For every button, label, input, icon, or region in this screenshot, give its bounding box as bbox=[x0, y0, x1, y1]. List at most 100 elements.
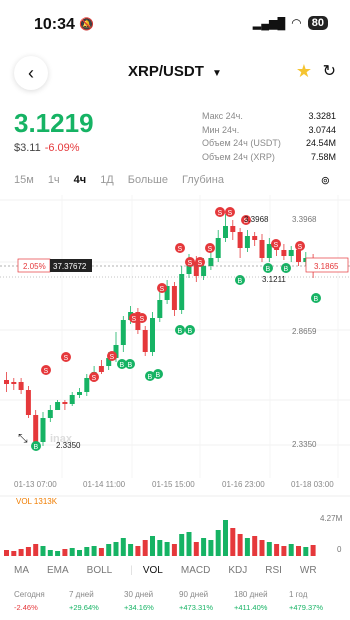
svg-text:B: B bbox=[178, 328, 183, 335]
sell-marker: S bbox=[89, 372, 99, 382]
indicator-kdj[interactable]: KDJ bbox=[228, 565, 247, 576]
candle-body bbox=[244, 236, 250, 248]
indicator-rsi[interactable]: RSI bbox=[265, 565, 282, 576]
svg-text:B: B bbox=[266, 266, 271, 273]
volume-bar bbox=[296, 546, 301, 556]
volume-bar bbox=[274, 544, 280, 556]
indicator-vol[interactable]: VOL bbox=[143, 565, 163, 576]
buy-marker: B bbox=[125, 359, 135, 369]
candlestick-chart[interactable]: BSSSSB BB BS SSB BSS SSS SBSBSBSB 3.3968 2.865… bbox=[0, 0, 350, 560]
candle-body bbox=[150, 318, 155, 352]
volume-bar bbox=[55, 551, 61, 556]
svg-text:B: B bbox=[120, 362, 125, 369]
perf-value: +34.16% bbox=[124, 603, 154, 612]
volume-bar bbox=[171, 544, 177, 556]
current-price-value: 3.1865 bbox=[314, 262, 339, 271]
candle-body bbox=[288, 250, 294, 256]
volume-axis-top: 4.27M bbox=[320, 514, 343, 523]
candle-body bbox=[55, 402, 61, 410]
volume-bar bbox=[230, 528, 236, 556]
performance-row: Сегодня -2.46% 7 дней +29.64% 30 дней +34.1… bbox=[14, 590, 344, 612]
indicator-macd[interactable]: MACD bbox=[181, 565, 210, 576]
volume-bar bbox=[25, 547, 31, 556]
indicator-bar: MA EMA BOLL | VOL MACD KDJ RSI WR bbox=[14, 565, 336, 576]
svg-text:B: B bbox=[238, 278, 243, 285]
sell-marker: S bbox=[61, 352, 71, 362]
candle-body bbox=[230, 226, 236, 232]
candle-body bbox=[25, 390, 31, 415]
sell-marker: S bbox=[175, 243, 185, 253]
candle-body bbox=[62, 402, 68, 404]
volume-bar bbox=[128, 544, 134, 556]
svg-text:S: S bbox=[274, 242, 279, 249]
sell-marker: S bbox=[137, 313, 147, 323]
candle-body bbox=[11, 382, 17, 384]
sell-marker: S bbox=[41, 365, 51, 375]
price-axis-label: 3.3968 bbox=[292, 215, 317, 224]
candle-body bbox=[223, 226, 228, 238]
candle-body bbox=[179, 274, 185, 310]
volume-bar bbox=[303, 547, 309, 556]
volume-bar bbox=[4, 550, 9, 556]
volume-bar bbox=[150, 536, 155, 556]
volume-bar bbox=[40, 546, 46, 556]
sell-marker: S bbox=[215, 207, 225, 217]
sell-marker: S bbox=[205, 243, 215, 253]
indicator-boll[interactable]: BOLL bbox=[87, 565, 113, 576]
volume-bar bbox=[266, 542, 272, 556]
svg-text:S: S bbox=[44, 368, 49, 375]
candle-body bbox=[252, 236, 258, 240]
candle-body bbox=[40, 418, 46, 442]
crosshair-pct: 2.05% bbox=[23, 262, 46, 271]
svg-text:S: S bbox=[298, 244, 303, 251]
perf-value: +473.31% bbox=[179, 603, 213, 612]
svg-text:S: S bbox=[208, 246, 213, 253]
perf-value: +411.40% bbox=[234, 603, 268, 612]
perf-7d: 7 дней +29.64% bbox=[69, 590, 124, 612]
volume-bar bbox=[193, 542, 199, 556]
perf-label: Сегодня bbox=[14, 590, 45, 599]
indicator-ma[interactable]: MA bbox=[14, 565, 29, 576]
indicator-wr[interactable]: WR bbox=[300, 565, 317, 576]
candle-body bbox=[69, 395, 75, 404]
volume-bar bbox=[62, 549, 68, 556]
volume-bar bbox=[69, 548, 75, 556]
svg-text:S: S bbox=[132, 316, 137, 323]
perf-value: -2.46% bbox=[14, 603, 38, 612]
volume-bar bbox=[98, 548, 104, 556]
buy-marker: B bbox=[281, 263, 291, 273]
candle-body bbox=[281, 250, 287, 256]
price-axis-label: 2.3350 bbox=[292, 440, 317, 449]
candle-body bbox=[201, 266, 207, 276]
mid-marker-label: 3.1211 bbox=[262, 275, 286, 284]
volume-bar bbox=[77, 550, 82, 556]
expand-icon[interactable]: ⤡ bbox=[18, 431, 28, 445]
date-axis-label: 01-16 23:00 bbox=[222, 480, 265, 489]
volume-bar bbox=[164, 542, 170, 556]
volume-label: VOL 1313K bbox=[16, 497, 58, 506]
svg-text:S: S bbox=[160, 286, 165, 293]
volume-bar bbox=[310, 545, 316, 556]
watermark: inax bbox=[50, 433, 73, 445]
candle-body bbox=[259, 240, 265, 258]
candle-body bbox=[47, 410, 53, 418]
candle-body bbox=[120, 320, 126, 345]
candle-body bbox=[33, 415, 39, 442]
date-axis-label: 01-18 03:00 bbox=[291, 480, 334, 489]
volume-bar bbox=[113, 542, 119, 556]
svg-text:S: S bbox=[92, 375, 97, 382]
candle-body bbox=[142, 330, 148, 352]
svg-text:S: S bbox=[228, 210, 233, 217]
indicator-ema[interactable]: EMA bbox=[47, 565, 69, 576]
perf-90d: 90 дней +473.31% bbox=[179, 590, 234, 612]
perf-label: 1 год bbox=[289, 590, 308, 599]
candle-body bbox=[157, 300, 163, 318]
volume-bar bbox=[33, 544, 39, 556]
perf-label: 90 дней bbox=[179, 590, 209, 599]
buy-marker: B bbox=[311, 293, 321, 303]
indicator-divider: | bbox=[130, 565, 133, 576]
volume-bar bbox=[252, 536, 258, 556]
candle-body bbox=[4, 380, 9, 384]
svg-text:S: S bbox=[218, 210, 223, 217]
svg-text:B: B bbox=[284, 266, 289, 273]
